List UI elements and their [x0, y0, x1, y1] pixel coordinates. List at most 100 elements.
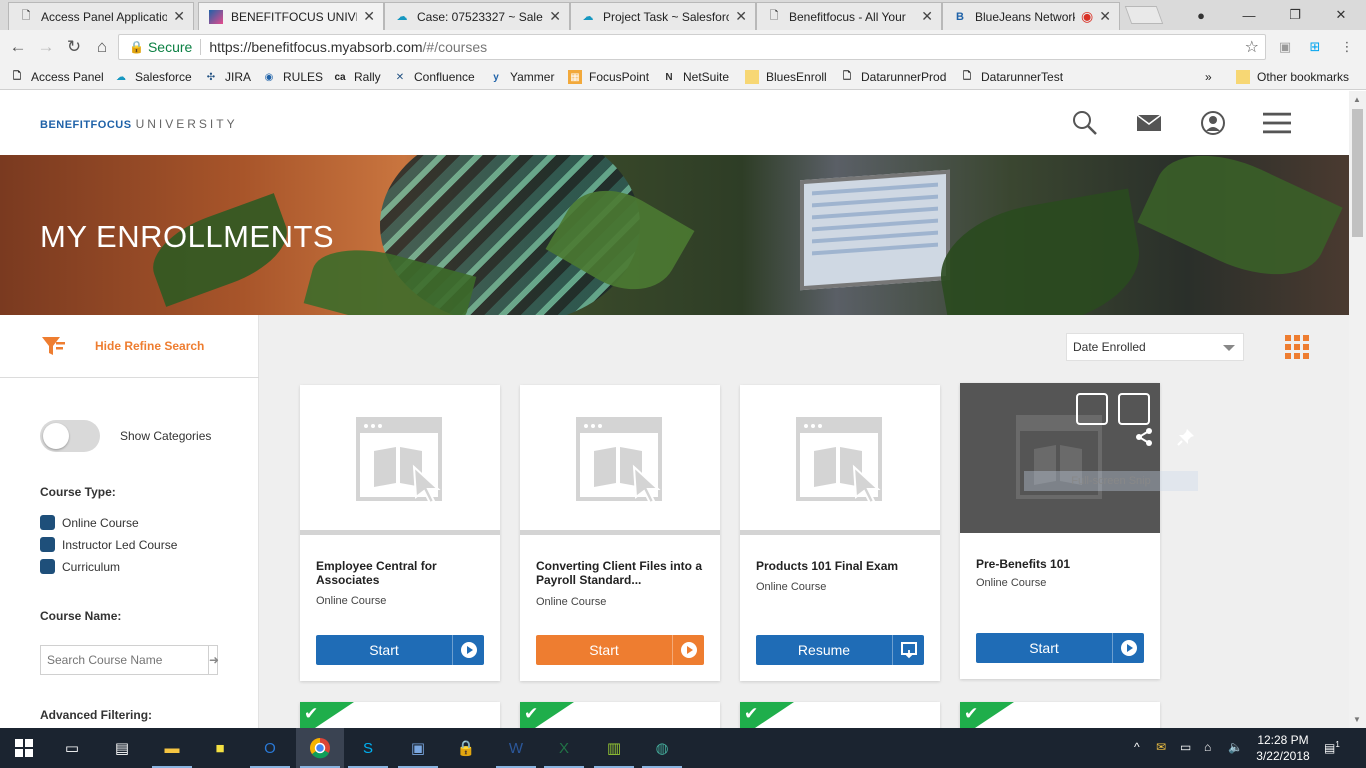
- checkbox-checked[interactable]: [40, 537, 55, 552]
- back-arrow-icon[interactable]: ←: [6, 36, 30, 58]
- refine-search-toggle[interactable]: Hide Refine Search: [0, 315, 259, 378]
- start-button[interactable]: Start: [536, 635, 704, 665]
- excel-icon[interactable]: X: [540, 728, 588, 768]
- browser-tab[interactable]: ☁ Project Task ~ Salesforc ✕: [570, 2, 756, 30]
- share-button[interactable]: [1076, 393, 1152, 446]
- task-view-icon[interactable]: ▭: [48, 728, 96, 768]
- course-card[interactable]: ✔: [520, 702, 720, 728]
- other-bookmarks[interactable]: Other bookmarks: [1236, 68, 1349, 86]
- bookmark-item[interactable]: ▦ FocusPoint: [568, 68, 649, 86]
- course-title[interactable]: Employee Central for Associates: [316, 559, 488, 587]
- close-tab-icon[interactable]: ✕: [173, 8, 185, 25]
- network-app-icon[interactable]: ▣: [394, 728, 442, 768]
- system-clock[interactable]: 12:28 PM 3/22/2018: [1250, 732, 1316, 764]
- windows-extension-icon[interactable]: ⊞: [1306, 38, 1324, 56]
- forward-arrow-icon[interactable]: →: [34, 36, 58, 58]
- page-scrollbar[interactable]: ▲ ▼: [1349, 91, 1366, 728]
- course-name-input[interactable]: [41, 646, 208, 674]
- sticky-notes-icon[interactable]: ■: [196, 728, 244, 768]
- browser-tab[interactable]: 🗋 Benefitfocus - All Your ✕: [756, 2, 942, 30]
- tray-expand-icon[interactable]: ^: [1134, 740, 1140, 754]
- sort-dropdown[interactable]: Date Enrolled: [1066, 333, 1244, 361]
- arrow-right-icon[interactable]: ➜: [208, 646, 219, 674]
- grid-view-icon[interactable]: [1285, 335, 1309, 359]
- action-center-icon[interactable]: ▤1: [1324, 740, 1340, 755]
- home-icon[interactable]: ⌂: [90, 36, 114, 58]
- course-type-checkbox[interactable]: Online Course: [40, 515, 139, 530]
- checkbox-checked[interactable]: [40, 559, 55, 574]
- volume-icon[interactable]: 🔈: [1228, 740, 1243, 754]
- start-button[interactable]: Start: [976, 633, 1144, 663]
- scrollbar-thumb[interactable]: [1352, 109, 1363, 237]
- close-tab-icon[interactable]: ✕: [549, 8, 561, 25]
- course-type-checkbox[interactable]: Curriculum: [40, 559, 120, 574]
- browser-tab-active[interactable]: BENEFITFOCUS UNIVER ✕: [198, 2, 384, 30]
- profile-icon[interactable]: ●: [1178, 0, 1224, 30]
- bookmark-item[interactable]: ☁ Salesforce: [114, 68, 192, 86]
- file-explorer-icon[interactable]: ▬: [148, 728, 196, 768]
- bookmark-star-icon[interactable]: ☆: [1245, 37, 1259, 57]
- resume-button[interactable]: Resume: [756, 635, 924, 665]
- start-button[interactable]: Start: [316, 635, 484, 665]
- course-card[interactable]: Products 101 Final Exam Online Course Re…: [740, 385, 940, 681]
- globe-app-icon[interactable]: ◍: [638, 728, 686, 768]
- windows-start-icon[interactable]: [0, 728, 48, 768]
- bookmark-item[interactable]: y Yammer: [489, 68, 554, 86]
- close-window-button[interactable]: ✕: [1318, 0, 1364, 30]
- bookmark-item[interactable]: N NetSuite: [662, 68, 729, 86]
- browser-tab[interactable]: 🗋 Access Panel Applicatio ✕: [8, 2, 194, 30]
- account-icon[interactable]: [1199, 109, 1227, 137]
- bookmark-item[interactable]: ca Rally: [333, 68, 380, 86]
- skype-icon[interactable]: S: [344, 728, 392, 768]
- reload-icon[interactable]: ↻: [62, 36, 86, 58]
- battery-icon[interactable]: ▭: [1180, 740, 1191, 754]
- extension-icon[interactable]: ▣: [1276, 38, 1294, 56]
- outlook-icon[interactable]: O: [246, 728, 294, 768]
- bookmark-item[interactable]: 🗋 Access Panel: [10, 68, 104, 86]
- bookmark-item[interactable]: BluesEnroll: [745, 68, 827, 86]
- course-title[interactable]: Converting Client Files into a Payroll S…: [536, 559, 708, 587]
- mail-icon[interactable]: [1135, 109, 1163, 137]
- bookmark-item[interactable]: 🗋 DatarunnerTest: [960, 68, 1063, 86]
- search-icon[interactable]: [1071, 109, 1099, 137]
- chrome-icon[interactable]: [296, 728, 344, 768]
- close-tab-icon[interactable]: ✕: [735, 8, 747, 25]
- word-icon[interactable]: W: [492, 728, 540, 768]
- scroll-down-icon[interactable]: ▼: [1353, 715, 1361, 724]
- course-card[interactable]: ✔: [960, 702, 1160, 728]
- menu-kebab-icon[interactable]: ⋮: [1338, 38, 1356, 56]
- address-bar[interactable]: 🔒 Secure https://benefitfocus.myabsorb.c…: [118, 34, 1266, 60]
- course-card-hover[interactable]: Full-screen Snip Pre-Benefits 101 Online…: [960, 383, 1198, 679]
- bookmark-item[interactable]: ✣ JIRA: [204, 68, 251, 86]
- new-tab-button[interactable]: [1124, 6, 1164, 24]
- browser-tab[interactable]: ☁ Case: 07523327 ~ Sales ✕: [384, 2, 570, 30]
- network-icon[interactable]: ⌂: [1204, 740, 1211, 754]
- checkbox-checked[interactable]: [40, 515, 55, 530]
- bookmark-item[interactable]: ✕ Confluence: [393, 68, 475, 86]
- minimize-button[interactable]: —: [1226, 0, 1272, 30]
- course-card[interactable]: ✔: [740, 702, 940, 728]
- scroll-up-icon[interactable]: ▲: [1353, 95, 1361, 104]
- more-bookmarks-button[interactable]: »: [1205, 68, 1212, 86]
- remote-desktop-icon[interactable]: ▤: [98, 728, 146, 768]
- close-tab-icon[interactable]: ✕: [921, 8, 933, 25]
- course-card[interactable]: ✔: [300, 702, 500, 728]
- close-tab-icon[interactable]: ✕: [1099, 8, 1111, 25]
- course-card[interactable]: Employee Central for Associates Online C…: [300, 385, 500, 681]
- course-card[interactable]: Converting Client Files into a Payroll S…: [520, 385, 720, 681]
- show-categories-toggle[interactable]: [40, 420, 100, 452]
- browser-tab[interactable]: B BlueJeans Network ◉ ✕: [942, 2, 1120, 30]
- course-title[interactable]: Products 101 Final Exam: [756, 559, 928, 573]
- bookmark-item[interactable]: ◉ RULES: [262, 68, 323, 86]
- lock-app-icon[interactable]: 🔒: [442, 728, 490, 768]
- hamburger-menu-icon[interactable]: [1263, 109, 1291, 137]
- restore-button[interactable]: ❐: [1272, 0, 1318, 30]
- course-type-checkbox[interactable]: Instructor Led Course: [40, 537, 177, 552]
- close-tab-icon[interactable]: ✕: [363, 8, 375, 25]
- course-title[interactable]: Pre-Benefits 101: [976, 557, 1148, 571]
- mail-tray-icon[interactable]: ✉: [1156, 740, 1166, 754]
- bookmark-item[interactable]: 🗋 DatarunnerProd: [840, 68, 946, 86]
- site-logo[interactable]: BENEFITFOCUS UNIVERSITY: [40, 117, 238, 131]
- chart-app-icon[interactable]: ▥: [590, 728, 638, 768]
- pin-button[interactable]: [1118, 393, 1194, 446]
